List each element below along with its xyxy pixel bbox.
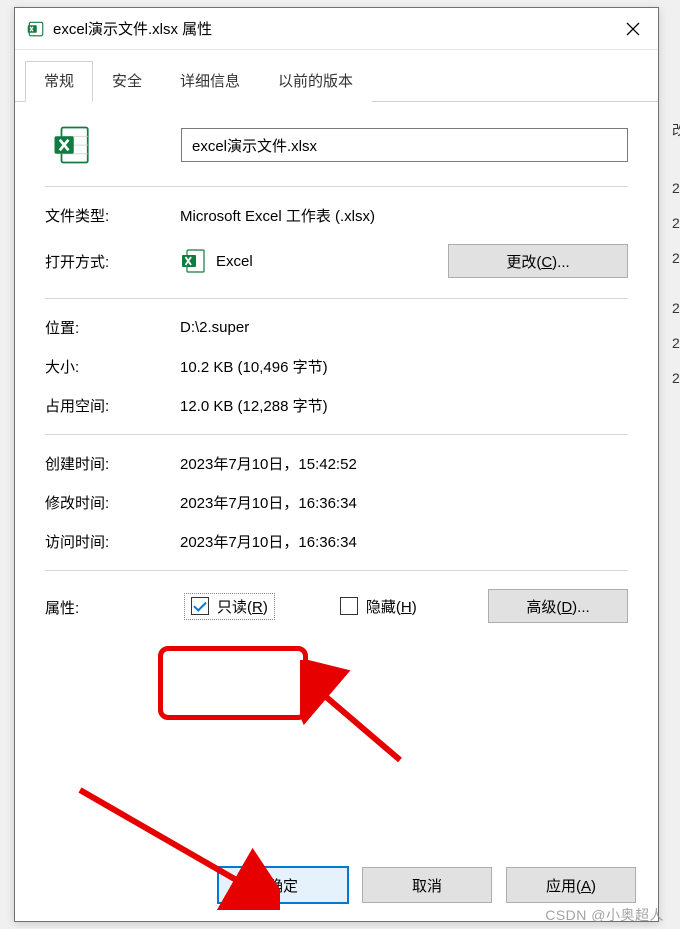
created-label: 创建时间: [45,453,180,474]
size-label: 大小: [45,356,180,377]
checkbox-icon [191,597,209,615]
openwith-app: Excel [216,253,253,270]
tab-security[interactable]: 安全 [93,61,161,102]
accessed-value: 2023年7月10日，16:36:34 [180,531,628,552]
size-value: 10.2 KB (10,496 字节) [180,356,628,377]
titlebar: excel演示文件.xlsx 属性 [15,8,658,50]
excel-app-icon [180,248,206,274]
hidden-label: 隐藏(H) [366,596,417,617]
modified-value: 2023年7月10日，16:36:34 [180,492,628,513]
apply-button[interactable]: 应用(A) [506,867,636,903]
excel-file-icon-large [51,124,93,166]
checkbox-icon [340,597,358,615]
separator [45,434,628,435]
hidden-checkbox[interactable]: 隐藏(H) [334,594,423,619]
close-button[interactable] [610,9,656,49]
filename-input[interactable] [181,128,628,162]
separator [45,298,628,299]
tab-strip: 常规 安全 详细信息 以前的版本 [15,50,658,102]
openwith-label: 打开方式: [45,251,180,272]
tab-details[interactable]: 详细信息 [161,61,259,102]
window-title: excel演示文件.xlsx 属性 [53,18,610,39]
cancel-button[interactable]: 取消 [362,867,492,903]
tab-content: 文件类型: Microsoft Excel 工作表 (.xlsx) 打开方式: … [15,102,658,633]
filetype-label: 文件类型: [45,205,180,226]
filetype-value: Microsoft Excel 工作表 (.xlsx) [180,205,628,226]
advanced-button[interactable]: 高级(D)... [488,589,628,623]
separator [45,186,628,187]
accessed-label: 访问时间: [45,531,180,552]
readonly-checkbox[interactable]: 只读(R) [185,594,274,619]
watermark: CSDN @小奥超人 [545,905,664,925]
tab-previous-versions[interactable]: 以前的版本 [259,61,372,102]
excel-file-icon [27,20,45,38]
readonly-label: 只读(R) [217,596,268,617]
created-value: 2023年7月10日，15:42:52 [180,453,628,474]
attributes-label: 属性: [45,595,165,618]
change-button[interactable]: 更改(C)... [448,244,628,278]
properties-dialog: excel演示文件.xlsx 属性 常规 安全 详细信息 以前的版本 文件类型:… [14,7,659,922]
location-value: D:\2.super [180,319,628,336]
tab-general[interactable]: 常规 [25,61,93,102]
diskspace-label: 占用空间: [45,395,180,416]
location-label: 位置: [45,317,180,338]
diskspace-value: 12.0 KB (12,288 字节) [180,395,628,416]
dialog-footer: 确定 取消 应用(A) [218,867,636,903]
ok-button[interactable]: 确定 [218,867,348,903]
separator [45,570,628,571]
modified-label: 修改时间: [45,492,180,513]
close-icon [626,22,640,36]
